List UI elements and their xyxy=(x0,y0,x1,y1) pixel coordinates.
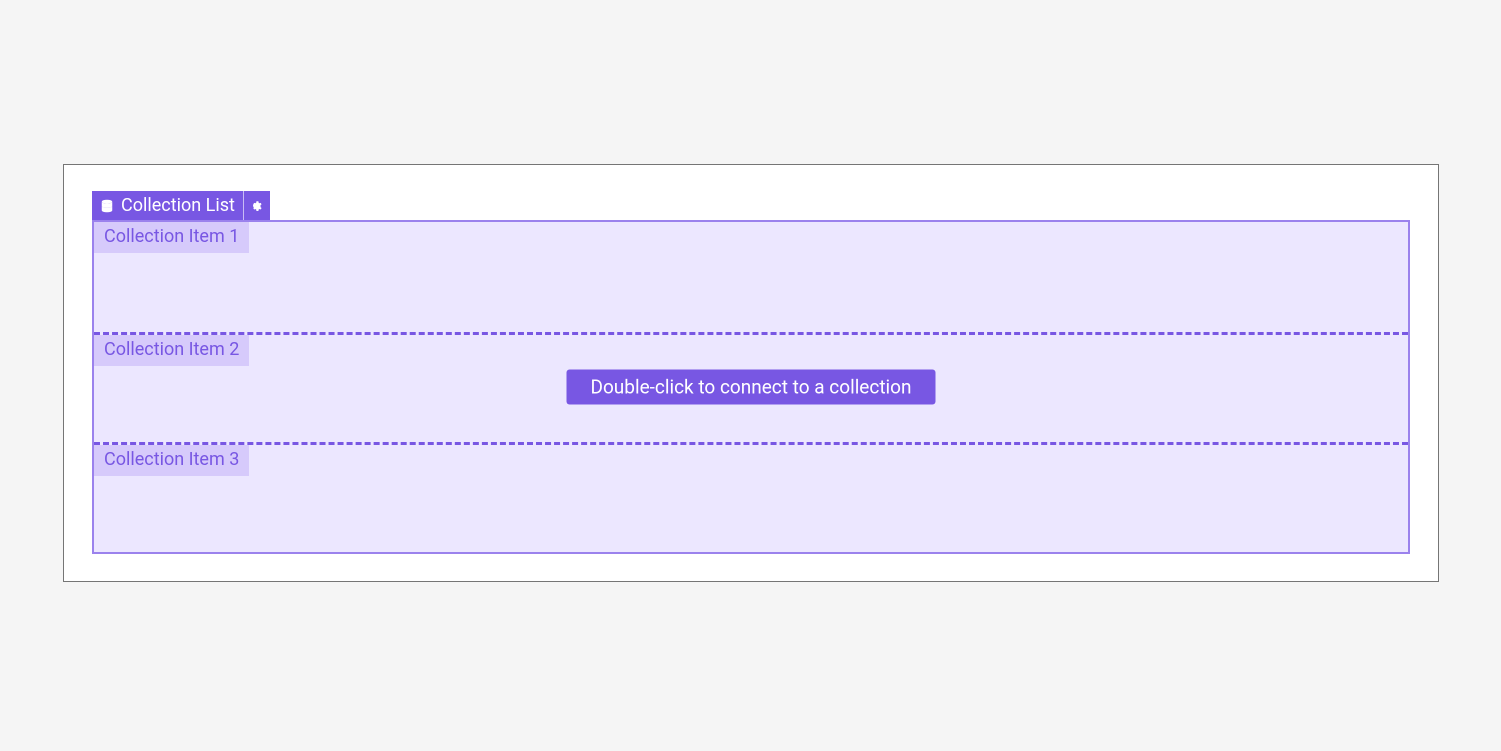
collection-list-title: Collection List xyxy=(121,197,235,215)
collection-list-tab[interactable]: Collection List xyxy=(92,191,244,220)
database-icon xyxy=(100,199,114,213)
collection-item[interactable]: Collection Item 1 xyxy=(94,222,1408,332)
gear-icon xyxy=(250,199,264,213)
collection-list[interactable]: Collection Item 1 Collection Item 2 Coll… xyxy=(92,220,1410,554)
collection-item-label: Collection Item 3 xyxy=(94,445,249,476)
collection-item-label: Collection Item 1 xyxy=(94,222,249,253)
collection-item-label: Collection Item 2 xyxy=(94,335,249,366)
connect-collection-button[interactable]: Double-click to connect to a collection xyxy=(567,370,936,405)
settings-button[interactable] xyxy=(244,191,270,220)
collection-item[interactable]: Collection Item 3 xyxy=(94,442,1408,552)
collection-list-header[interactable]: Collection List xyxy=(92,191,270,220)
canvas-frame: Collection List Collection Item 1 Collec… xyxy=(63,164,1439,582)
